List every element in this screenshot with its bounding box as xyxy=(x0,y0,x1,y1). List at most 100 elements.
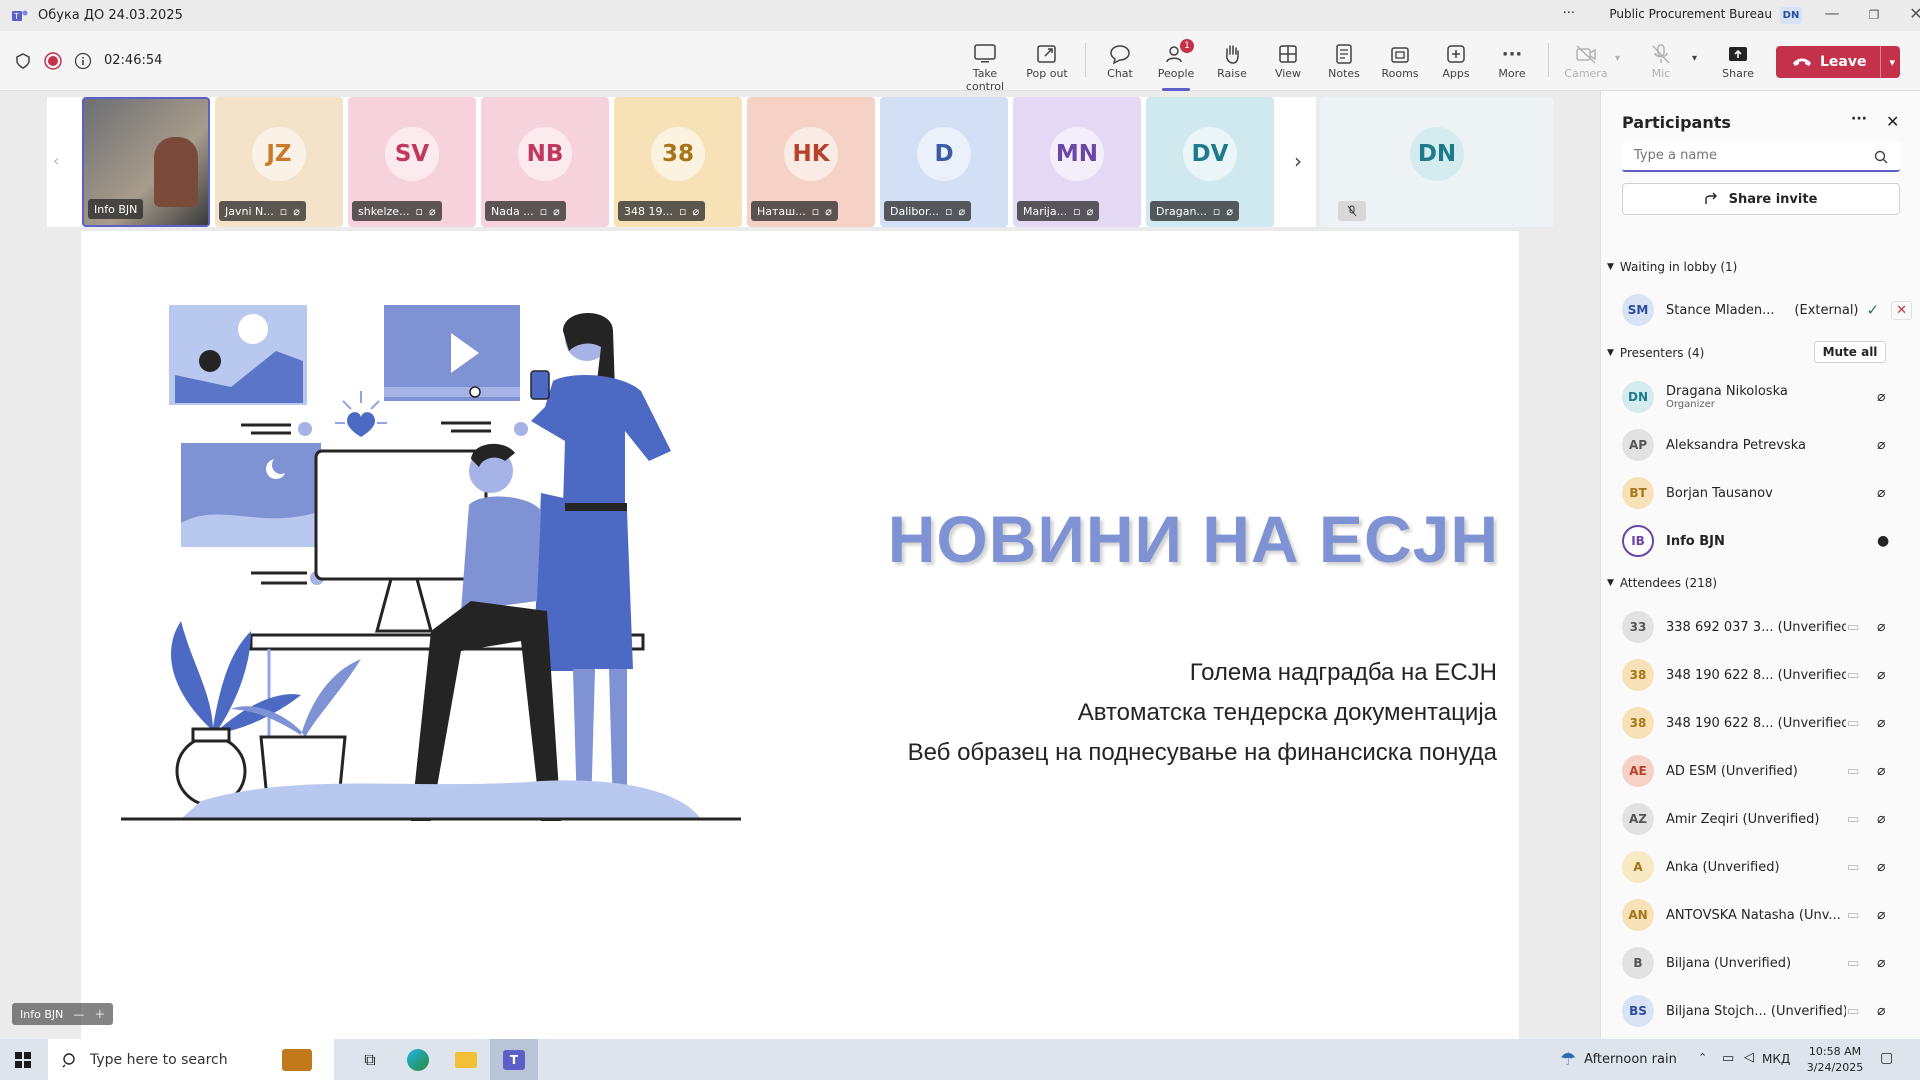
attendee-row[interactable]: 38 348 190 622 8... (Unverified) ▭ ⌀ xyxy=(1622,655,1912,695)
weather-widget[interactable]: ☂ Afternoon rain xyxy=(1560,1039,1677,1080)
strip-prev-icon[interactable]: ‹ xyxy=(53,151,59,170)
start-button[interactable] xyxy=(0,1039,46,1080)
chevron-down-icon[interactable]: ▾ xyxy=(1889,56,1895,69)
deny-icon[interactable]: ✕ xyxy=(1891,300,1912,320)
mic-off-icon: ⌀ xyxy=(553,204,560,218)
pop-out-button[interactable]: Pop out xyxy=(1018,41,1076,80)
monitor-illustration xyxy=(314,449,488,581)
attendees-section-header[interactable]: ▼ Attendees (218) xyxy=(1607,576,1717,590)
participant-tile[interactable]: DV Dragan... ▫ ⌀ xyxy=(1146,97,1274,227)
participant-avatar: AZ xyxy=(1622,803,1654,835)
notification-icon[interactable]: ▢ xyxy=(1880,1050,1893,1066)
presenter-row[interactable]: IB Info BJN ● xyxy=(1622,521,1912,561)
restore-icon[interactable]: ❐ xyxy=(1854,8,1894,22)
attendee-row[interactable]: 33 338 692 037 3... (Unverified) ▭ ⌀ xyxy=(1622,607,1912,647)
attendee-row[interactable]: AN ANTOVSKA Natasha (Unv... ▭ ⌀ xyxy=(1622,895,1912,935)
meeting-timer: 02:46:54 xyxy=(104,53,163,68)
take-control-button[interactable]: Take control xyxy=(956,41,1014,93)
camera-button[interactable]: Camera xyxy=(1557,41,1615,80)
task-view-icon[interactable]: ⧉ xyxy=(346,1039,394,1080)
teams-taskbar-icon[interactable]: T xyxy=(490,1039,538,1080)
panel-close-icon[interactable]: ✕ xyxy=(1886,112,1899,131)
mic-off-icon[interactable]: ⌀ xyxy=(1877,437,1885,453)
divider xyxy=(1548,43,1549,77)
mic-off-icon[interactable]: ⌀ xyxy=(1877,619,1885,635)
plus-icon[interactable]: ＋ xyxy=(94,1006,105,1022)
lobby-section-header[interactable]: ▼ Waiting in lobby (1) xyxy=(1607,260,1737,274)
participant-tile[interactable]: SV shkelze... ▫ ⌀ xyxy=(348,97,476,227)
mic-off-icon[interactable]: ⌀ xyxy=(1877,907,1885,923)
mic-off-icon[interactable]: ⌀ xyxy=(1877,667,1885,683)
more-options-icon[interactable]: ··· xyxy=(1563,6,1575,21)
attendee-row[interactable]: B Biljana (Unverified) ▭ ⌀ xyxy=(1622,943,1912,983)
mic-button[interactable]: Mic xyxy=(1632,41,1690,80)
share-button[interactable]: Share xyxy=(1709,41,1767,80)
participant-tile[interactable]: HK Наташ... ▫ ⌀ xyxy=(747,97,875,227)
mic-off-icon[interactable]: ⌀ xyxy=(1877,389,1885,405)
participant-tile[interactable]: 38 348 19... ▫ ⌀ xyxy=(614,97,742,227)
participant-tile[interactable]: NB Nada ... ▫ ⌀ xyxy=(481,97,609,227)
minus-icon[interactable]: — xyxy=(73,1008,84,1021)
participant-tile[interactable]: Info BJN xyxy=(82,97,210,227)
search-icon xyxy=(1874,150,1888,164)
strip-next-icon[interactable]: › xyxy=(1294,149,1302,173)
info-icon[interactable] xyxy=(74,52,92,70)
mic-on-icon[interactable]: ● xyxy=(1877,533,1889,549)
raise-button[interactable]: Raise xyxy=(1203,41,1261,80)
volume-icon[interactable]: ◁ xyxy=(1744,1050,1754,1065)
attendee-row[interactable]: BS Biljana Stojch... (Unverified) ▭ ⌀ xyxy=(1622,991,1912,1031)
participant-search[interactable] xyxy=(1622,142,1900,172)
participant-search-input[interactable] xyxy=(1634,148,1854,163)
attendee-row[interactable]: 38 348 190 622 8... (Unverified) ▭ ⌀ xyxy=(1622,703,1912,743)
notes-button[interactable]: Notes xyxy=(1315,41,1373,80)
mic-off-icon[interactable]: ⌀ xyxy=(1877,811,1885,827)
participant-tile[interactable]: D Dalibor... ▫ ⌀ xyxy=(880,97,1008,227)
presenter-row[interactable]: DN Dragana Nikoloska Organizer ⌀ xyxy=(1622,377,1912,417)
rooms-button[interactable]: Rooms xyxy=(1371,41,1429,80)
chat-button[interactable]: Chat xyxy=(1091,41,1149,80)
close-window-icon[interactable]: ✕ xyxy=(1896,4,1920,23)
mic-off-icon[interactable]: ⌀ xyxy=(1877,955,1885,971)
attendee-row[interactable]: A Anka (Unverified) ▭ ⌀ xyxy=(1622,847,1912,887)
mic-off-icon[interactable]: ⌀ xyxy=(1877,485,1885,501)
people-button[interactable]: People 1 xyxy=(1147,39,1205,91)
view-label: View xyxy=(1274,67,1302,80)
attendee-row[interactable]: AE AD ESM (Unverified) ▭ ⌀ xyxy=(1622,751,1912,791)
edge-icon[interactable] xyxy=(394,1039,442,1080)
more-button[interactable]: ··· More xyxy=(1483,41,1541,81)
presenter-row[interactable]: AP Aleksandra Petrevska ⌀ xyxy=(1622,425,1912,465)
share-invite-button[interactable]: Share invite xyxy=(1622,183,1900,215)
lobby-row[interactable]: SM Stance Mladen... (External) ✓ ✕ xyxy=(1622,290,1912,330)
file-explorer-icon[interactable] xyxy=(442,1039,490,1080)
teams-logo-icon: T xyxy=(503,1049,525,1070)
panel-more-icon[interactable]: ··· xyxy=(1851,111,1867,127)
chevron-up-icon[interactable]: ⌃ xyxy=(1698,1051,1707,1064)
edge-logo xyxy=(407,1048,429,1071)
presenters-section-header[interactable]: ▼ Presenters (4) xyxy=(1607,346,1704,360)
mic-off-icon[interactable]: ⌀ xyxy=(1877,715,1885,731)
clock[interactable]: 10:58 AM 3/24/2025 xyxy=(1800,1044,1870,1076)
mic-off-icon[interactable]: ⌀ xyxy=(1877,1003,1885,1019)
language-indicator[interactable]: МКД xyxy=(1762,1052,1790,1066)
presenter-row[interactable]: BT Borjan Tausanov ⌀ xyxy=(1622,473,1912,513)
view-button[interactable]: View xyxy=(1259,41,1317,80)
chevron-down-icon[interactable]: ▾ xyxy=(1615,53,1620,64)
participant-avatar: HK xyxy=(784,127,838,181)
attendee-row[interactable]: AZ Amir Zeqiri (Unverified) ▭ ⌀ xyxy=(1622,799,1912,839)
self-view-tile[interactable]: DN xyxy=(1320,97,1554,227)
leave-button[interactable]: Leave ▾ xyxy=(1776,46,1900,78)
participant-tile[interactable]: MN Marija... ▫ ⌀ xyxy=(1013,97,1141,227)
mute-all-button[interactable]: Mute all xyxy=(1814,341,1886,363)
mic-off-icon[interactable]: ⌀ xyxy=(1877,763,1885,779)
shield-icon[interactable] xyxy=(15,53,31,69)
attendees-header-label: Attendees (218) xyxy=(1619,576,1718,590)
chevron-down-icon[interactable]: ▾ xyxy=(1692,53,1697,64)
taskbar-search[interactable]: Type here to search xyxy=(48,1039,334,1080)
user-avatar[interactable]: DN xyxy=(1780,7,1802,24)
admit-icon[interactable]: ✓ xyxy=(1867,301,1880,319)
participant-tile[interactable]: JZ Javni N... ▫ ⌀ xyxy=(215,97,343,227)
mic-off-icon[interactable]: ⌀ xyxy=(1877,859,1885,875)
minimize-icon[interactable]: — xyxy=(1812,4,1852,22)
apps-button[interactable]: Apps xyxy=(1427,41,1485,80)
network-icon[interactable]: ▭ xyxy=(1722,1051,1734,1066)
